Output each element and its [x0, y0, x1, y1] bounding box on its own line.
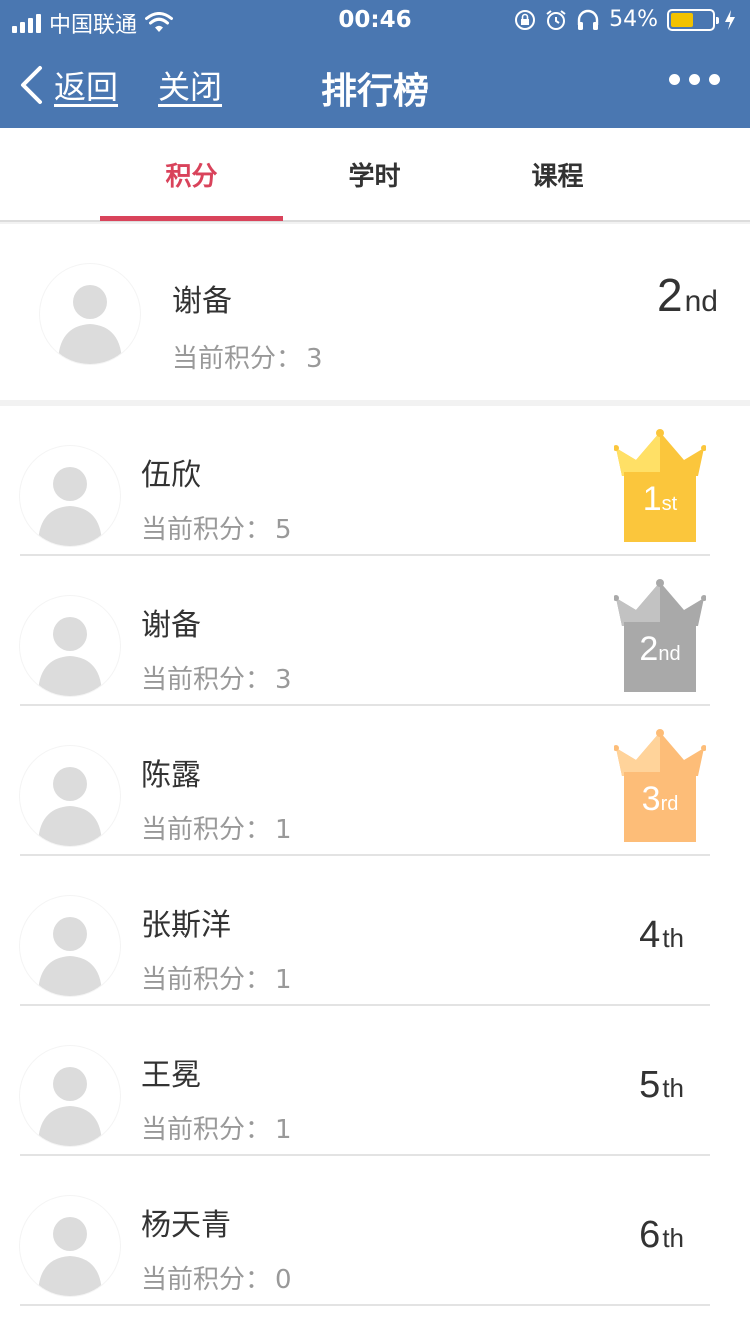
user-score: 当前积分： 5: [141, 515, 292, 545]
avatar: [20, 1196, 120, 1296]
user-name: 伍欣: [141, 458, 201, 493]
user-rank: 5th: [639, 1064, 684, 1106]
silver-crown-badge-icon: 2nd: [614, 578, 706, 692]
user-rank: 4th: [639, 914, 684, 956]
gold-crown-badge-icon: 1st: [614, 428, 706, 542]
list-item[interactable]: 伍欣 当前积分： 5 1st: [20, 406, 710, 556]
alarm-icon: [546, 9, 566, 30]
battery-icon: [667, 8, 719, 31]
user-name: 陈露: [141, 758, 201, 793]
user-score: 当前积分： 1: [141, 965, 292, 995]
avatar: [40, 264, 140, 364]
list-item[interactable]: 王冕 当前积分： 1 5th: [20, 1006, 710, 1156]
list-item[interactable]: 张斯洋 当前积分： 1 4th: [20, 856, 710, 1006]
tab-bar: 积分 学时 课程: [0, 128, 750, 222]
list-item[interactable]: 谢备 当前积分： 3 2nd: [20, 556, 710, 706]
headphones-icon: [577, 9, 599, 30]
more-options-icon[interactable]: [669, 74, 720, 85]
user-rank: 6th: [639, 1214, 684, 1256]
status-right: 54%: [514, 7, 736, 32]
ranking-list: 伍欣 当前积分： 5 1st 谢备 当前积分： 3 2nd 陈露 当前积分： 1…: [0, 406, 750, 1334]
my-rank-card: 谢备 当前积分： 3 2nd: [0, 224, 750, 400]
list-item[interactable]: 陈露 当前积分： 1 3rd: [20, 706, 710, 856]
status-bar: 中国联通 00:46 54%: [0, 0, 750, 40]
active-tab-indicator: [100, 216, 283, 221]
charging-icon: [725, 9, 735, 30]
user-score: 当前积分： 1: [141, 815, 292, 845]
list-item[interactable]: 杨天青 当前积分： 0 6th: [20, 1156, 710, 1306]
tab-courses[interactable]: 课程: [466, 156, 649, 193]
user-score: 当前积分： 3: [141, 665, 292, 695]
rotation-lock-icon: [515, 9, 536, 30]
user-score: 当前积分： 1: [141, 1115, 292, 1145]
avatar: [20, 446, 120, 546]
user-name: 谢备: [141, 608, 201, 643]
my-name: 谢备: [172, 284, 232, 319]
avatar: [20, 746, 120, 846]
user-name: 张斯洋: [141, 908, 231, 943]
page-title: 排行榜: [320, 71, 429, 112]
tab-points[interactable]: 积分: [100, 156, 283, 193]
user-name: 杨天青: [141, 1208, 231, 1243]
user-score: 当前积分： 0: [141, 1265, 292, 1295]
bronze-crown-badge-icon: 3rd: [614, 728, 706, 842]
avatar: [20, 1046, 120, 1146]
avatar: [20, 896, 120, 996]
battery-percent: 54%: [609, 7, 658, 32]
nav-bar: 返回 关闭 排行榜: [0, 40, 750, 128]
avatar: [20, 596, 120, 696]
tab-hours[interactable]: 学时: [283, 156, 466, 193]
my-score: 当前积分： 3: [172, 344, 323, 374]
my-rank: 2nd: [657, 269, 718, 321]
user-name: 王冕: [141, 1058, 201, 1093]
